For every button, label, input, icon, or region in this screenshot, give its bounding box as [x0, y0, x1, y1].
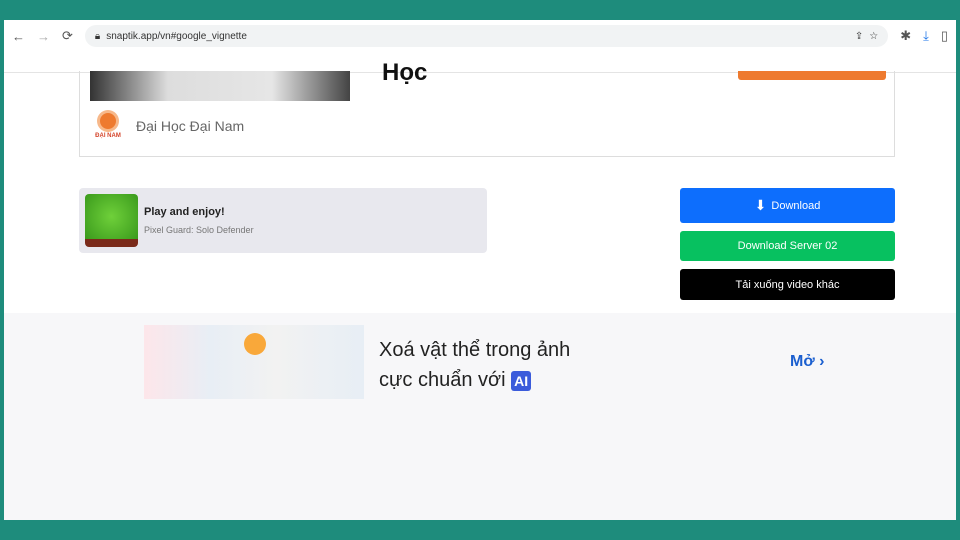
ad-card[interactable]: Học ĐẠI NAM Đại Học Đại Nam: [79, 59, 895, 157]
banner-line2: cực chuẩn với: [379, 369, 506, 391]
url-text: snaptik.app/vn#google_vignette: [106, 30, 247, 42]
game-ad-subtitle: Pixel Guard: Solo Defender: [144, 225, 254, 235]
chevron-right-icon: ›: [819, 353, 825, 370]
download-server-02-button[interactable]: Download Server 02: [680, 231, 895, 261]
advertiser-name: Đại Học Đại Nam: [136, 118, 245, 134]
address-bar[interactable]: 🔒︎ snaptik.app/vn#google_vignette ⇪ ☆: [84, 25, 889, 47]
open-link[interactable]: Mở ›: [790, 353, 824, 371]
emoji-icon: [244, 333, 266, 355]
ad-photo: [90, 71, 350, 101]
extensions-icon[interactable]: ✱: [900, 28, 911, 44]
reload-icon[interactable]: ⟳: [62, 28, 73, 44]
browser-window: ← → ⟳ 🔒︎ snaptik.app/vn#google_vignette …: [4, 20, 956, 520]
game-ad[interactable]: Play and enjoy! Pixel Guard: Solo Defend…: [79, 188, 487, 253]
banner-line1: Xoá vật thể trong ảnh: [379, 339, 571, 361]
game-thumbnail: [85, 194, 138, 247]
ai-badge: AI: [511, 371, 532, 391]
download-arrow-icon: ⬇: [754, 197, 767, 213]
download-other-video-button[interactable]: Tải xuống video khác: [680, 269, 895, 300]
download-label: Download: [771, 199, 821, 212]
dai-nam-logo: ĐẠI NAM: [90, 113, 126, 145]
download-icon[interactable]: ⤓: [923, 28, 929, 44]
forward-icon[interactable]: →: [37, 29, 50, 44]
download-button[interactable]: ⬇ Download: [680, 188, 895, 223]
lock-icon: 🔒︎: [94, 30, 101, 42]
share-icon[interactable]: ⇪: [855, 31, 863, 42]
star-icon[interactable]: ☆: [869, 31, 878, 42]
back-icon[interactable]: ←: [12, 29, 25, 44]
sidepanel-icon[interactable]: ▯: [941, 28, 948, 44]
banner-text: Xoá vật thể trong ảnh cực chuẩn với AI: [379, 335, 570, 395]
open-label: Mở: [790, 353, 815, 370]
ad-title: Học: [382, 59, 428, 86]
page-content: Học ĐẠI NAM Đại Học Đại Nam Play and enj…: [4, 59, 956, 520]
ad-cta-button[interactable]: [738, 71, 886, 80]
browser-toolbar: ← → ⟳ 🔒︎ snaptik.app/vn#google_vignette …: [4, 20, 956, 52]
ai-ad-banner[interactable]: Xoá vật thể trong ảnh cực chuẩn với AI M…: [4, 313, 956, 520]
game-ad-title: Play and enjoy!: [144, 206, 225, 218]
